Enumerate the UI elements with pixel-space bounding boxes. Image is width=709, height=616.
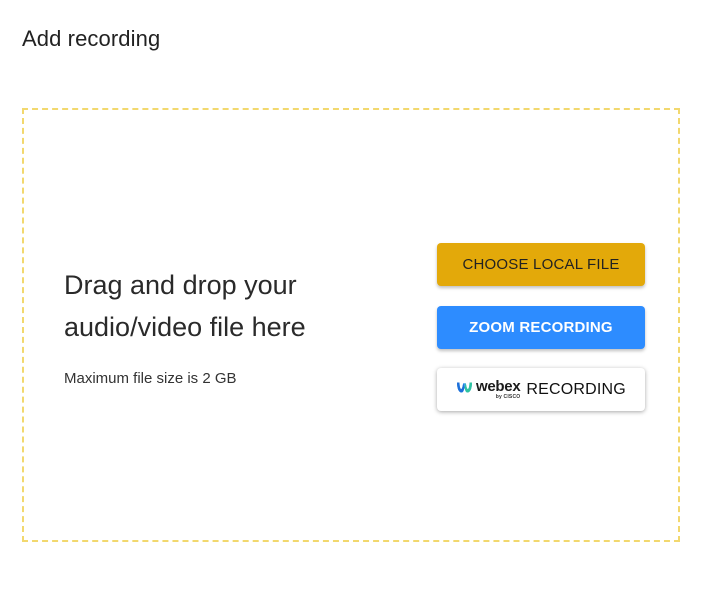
webex-logo: webex by CISCO [456,378,521,400]
max-file-size-text: Maximum file size is 2 GB [64,370,237,387]
dropzone-heading: Drag and drop your audio/video file here [64,270,306,342]
choose-local-file-button[interactable]: CHOOSE LOCAL FILE [437,243,645,286]
page-title: Add recording [22,26,161,51]
file-dropzone[interactable]: Drag and drop your audio/video file here… [22,108,680,542]
webex-recording-label: RECORDING [526,380,626,398]
webex-logo-icon [456,381,473,398]
zoom-recording-button[interactable]: ZOOM RECORDING [437,306,645,349]
webex-recording-button[interactable]: webex by CISCO RECORDING [437,368,645,411]
webex-brand-text: webex [476,378,521,395]
webex-by-cisco-text: by CISCO [495,394,521,400]
